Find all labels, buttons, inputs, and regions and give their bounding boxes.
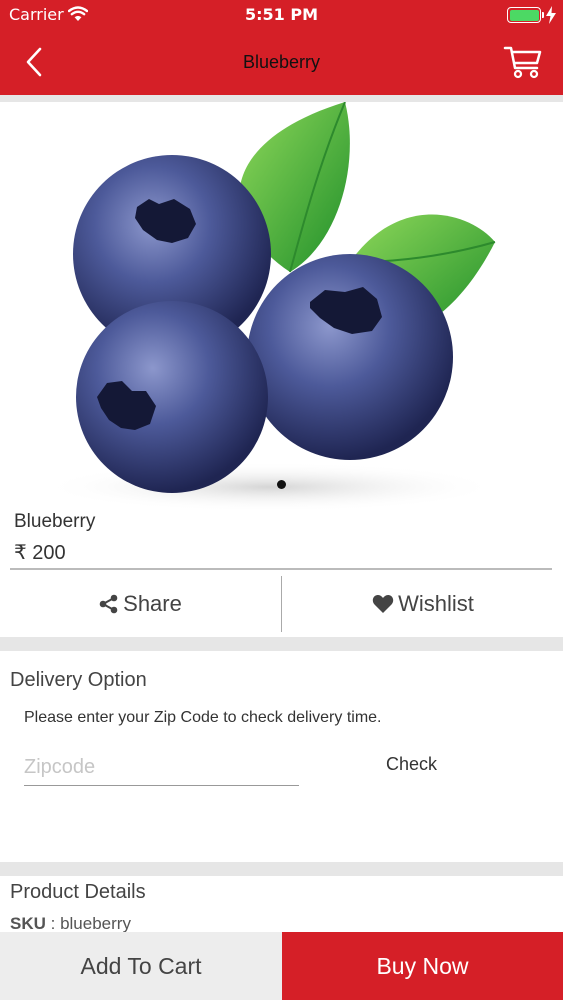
sku-separator: : xyxy=(45,914,61,933)
sku-value: blueberry xyxy=(60,914,131,933)
delivery-title: Delivery Option xyxy=(10,669,147,691)
divider-strip xyxy=(0,95,563,102)
buy-now-button[interactable]: Buy Now xyxy=(282,932,563,1000)
battery-tip xyxy=(542,12,544,18)
product-image[interactable] xyxy=(0,101,563,512)
add-to-cart-button[interactable]: Add To Cart xyxy=(0,932,282,1000)
nav-bar: Blueberry xyxy=(0,30,563,95)
cart-button[interactable] xyxy=(503,44,543,80)
sku-row: SKU : blueberry xyxy=(10,914,131,934)
action-row: Share Wishlist xyxy=(0,576,563,632)
cart-icon xyxy=(503,46,542,79)
wishlist-label: Wishlist xyxy=(398,591,474,616)
image-page-indicator xyxy=(277,480,286,489)
app-header: Carrier 5:51 PM Blueberry xyxy=(0,0,563,95)
zipcode-input[interactable] xyxy=(24,750,299,786)
status-bar: Carrier 5:51 PM xyxy=(0,0,563,30)
charging-bolt-icon xyxy=(546,6,556,28)
divider-strip xyxy=(0,637,563,651)
product-price: ₹ 200 xyxy=(14,542,66,564)
check-button[interactable]: Check xyxy=(386,754,437,775)
bottom-action-bar: Add To Cart Buy Now xyxy=(0,932,563,1000)
share-label: Share xyxy=(123,591,182,616)
page-title: Blueberry xyxy=(242,52,321,72)
battery-icon xyxy=(507,7,541,23)
sku-label: SKU xyxy=(10,914,46,933)
share-icon xyxy=(99,594,119,614)
product-details-title: Product Details xyxy=(10,881,146,903)
wishlist-button[interactable]: Wishlist xyxy=(283,576,563,632)
divider-line xyxy=(10,568,552,570)
delivery-hint: Please enter your Zip Code to check deli… xyxy=(24,709,382,726)
share-button[interactable]: Share xyxy=(0,576,281,632)
divider-strip xyxy=(0,862,563,876)
product-name: Blueberry xyxy=(14,511,96,532)
action-divider xyxy=(281,576,282,632)
status-time: 5:51 PM xyxy=(244,5,318,24)
heart-icon xyxy=(372,594,394,614)
